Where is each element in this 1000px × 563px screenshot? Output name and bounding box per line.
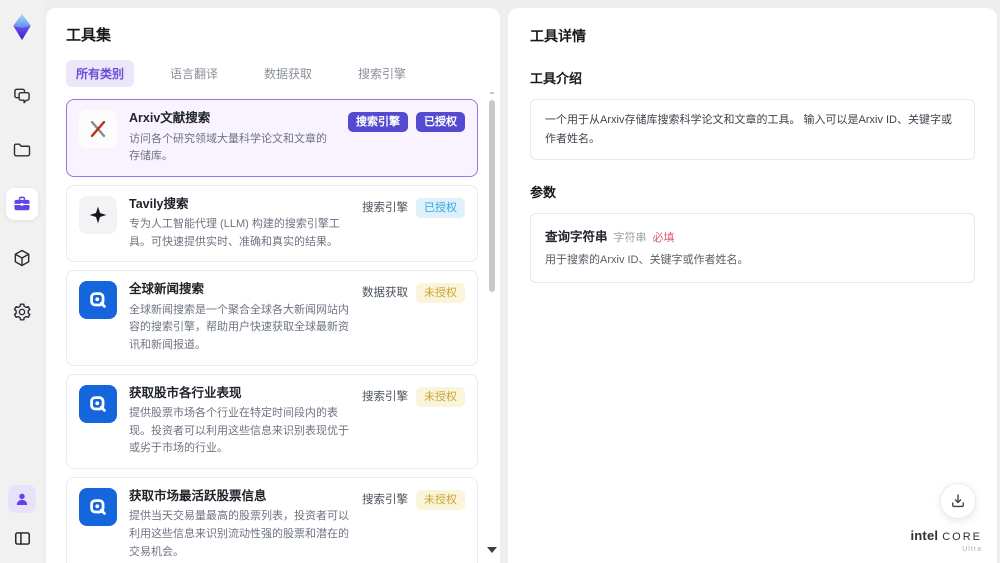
category-tab-label: 语言翻译 (170, 67, 219, 81)
tool-meta: 搜索引擎 未授权 (362, 385, 465, 458)
tool-auth-badge: 未授权 (416, 283, 465, 304)
download-icon (952, 494, 964, 508)
tool-meta: 数据获取 未授权 (362, 281, 465, 354)
tool-auth-badge: 未授权 (416, 386, 465, 407)
detail-title: 工具详情 (530, 28, 586, 44)
tool-meta: 搜索引擎 已授权 (348, 110, 465, 166)
page-title: 工具集 (66, 27, 112, 44)
category-tab[interactable]: 所有类别 (66, 60, 135, 87)
tool-description: 提供当天交易量最高的股票列表，投资者可以利用这些信息来识别流动性强的股票和潜在的… (129, 510, 349, 558)
tool-description: 提供股票市场各个行业在特定时间段内的表现。投资者可以利用这些信息来识别表现优于或… (129, 407, 349, 455)
user-avatar[interactable] (8, 485, 36, 513)
arxiv-logo-icon (79, 110, 117, 148)
tool-card[interactable]: Tavily搜索 专为人工智能代理 (LLM) 构建的搜索引擎工具。可快速提供实… (66, 184, 478, 263)
intro-heading: 工具介绍 (530, 71, 583, 86)
tool-list-panel: 工具集 所有类别 语言翻译 数据获取 搜索引擎 Arxiv文献搜索 访问各个研究领域大… (46, 8, 500, 563)
tool-description: 全球新闻搜索是一个聚合全球各大新闻网站内容的搜索引擎，帮助用户快速获取全球最新资… (129, 303, 349, 352)
nav-toolbox-icon[interactable] (6, 188, 38, 220)
tool-name: Arxiv文献搜索 (129, 111, 211, 125)
tool-meta: 搜索引擎 已授权 (362, 196, 465, 252)
category-tab-label: 所有类别 (76, 67, 125, 81)
tool-list: Arxiv文献搜索 访问各个研究领域大量科学论文和文章的存储库。 搜索引擎 已授… (66, 99, 478, 563)
parameter-required-flag: 必填 (652, 232, 675, 245)
tool-card[interactable]: 获取市场最活跃股票信息 提供当天交易量最高的股票列表，投资者可以利用这些信息来识… (66, 476, 478, 563)
params-box: 查询字符串 字符串 必填 用于搜索的Arxiv ID、关键字或作者姓名。 (530, 213, 975, 283)
collapse-panel-icon[interactable] (9, 525, 35, 551)
tool-meta: 搜索引擎 未授权 (362, 488, 465, 561)
rail-footer (8, 485, 36, 551)
category-tab[interactable]: 搜索引擎 (348, 60, 416, 87)
scrollbar-thumb[interactable] (489, 100, 495, 292)
tool-name: Tavily搜索 (129, 196, 189, 211)
stock-search-logo-icon (79, 384, 117, 423)
category-tab[interactable]: 数据获取 (254, 60, 322, 87)
params-heading: 参数 (530, 185, 557, 201)
category-tab[interactable]: 语言翻译 (160, 60, 228, 87)
parameter-description: 用于搜索的Arxiv ID、关键字或作者姓名。 (545, 254, 749, 267)
tool-category-badge: 搜索引擎 (362, 390, 408, 403)
core-wordmark: CORE (942, 531, 982, 543)
tool-card-body: Arxiv文献搜索 访问各个研究领域大量科学论文和文章的存储库。 (129, 110, 336, 166)
category-tabs: 所有类别 语言翻译 数据获取 搜索引擎 (66, 60, 500, 87)
tool-category-badge: 搜索引擎 (362, 493, 408, 506)
nav-chat-icon[interactable] (6, 80, 38, 112)
category-tab-label: 数据获取 (264, 67, 313, 81)
intro-box: 一个用于从Arxiv存储库搜索科学论文和文章的工具。 输入可以是Arxiv ID… (530, 99, 975, 161)
tavily-logo-icon (79, 195, 117, 234)
tool-card-body: 获取股市各行业表现 提供股票市场各个行业在特定时间段内的表现。投资者可以利用这些… (129, 385, 350, 458)
tool-description: 访问各个研究领域大量科学论文和文章的存储库。 (129, 132, 327, 163)
tool-name: 获取股市各行业表现 (129, 385, 242, 400)
rail-nav (6, 80, 38, 328)
nav-settings-gear-icon[interactable] (6, 296, 38, 328)
tool-category-badge: 搜索引擎 (348, 112, 408, 132)
tool-card[interactable]: 获取股市各行业表现 提供股票市场各个行业在特定时间段内的表现。投资者可以利用这些… (66, 373, 478, 469)
nav-cube-icon[interactable] (6, 242, 38, 274)
scrollbar[interactable] (487, 92, 497, 557)
tool-card-body: Tavily搜索 专为人工智能代理 (LLM) 构建的搜索引擎工具。可快速提供实… (129, 196, 350, 252)
tool-name: 全球新闻搜索 (129, 282, 205, 297)
parameter-name: 查询字符串 (545, 230, 608, 245)
news-search-logo-icon (79, 281, 117, 320)
intel-wordmark: intel (910, 528, 939, 543)
tool-card[interactable]: Arxiv文献搜索 访问各个研究领域大量科学论文和文章的存储库。 搜索引擎 已授… (66, 99, 478, 177)
icon-rail (0, 0, 44, 563)
parameter-type: 字符串 (613, 232, 647, 245)
tool-card[interactable]: 全球新闻搜索 全球新闻搜索是一个聚合全球各大新闻网站内容的搜索引擎，帮助用户快速… (66, 270, 478, 366)
stock-search-logo-icon (79, 487, 117, 526)
category-tab-label: 搜索引擎 (358, 67, 407, 81)
intel-core-logo: intel CORE Ultra (910, 529, 982, 553)
tool-card-body: 全球新闻搜索 全球新闻搜索是一个聚合全球各大新闻网站内容的搜索引擎，帮助用户快速… (129, 281, 350, 354)
tool-auth-badge: 未授权 (416, 489, 465, 510)
parameter-item: 查询字符串 字符串 必填 用于搜索的Arxiv ID、关键字或作者姓名。 (545, 226, 960, 270)
app-root: 工具集 所有类别 语言翻译 数据获取 搜索引擎 Arxiv文献搜索 访问各个研究领域大… (0, 0, 1000, 563)
tool-name: 获取市场最活跃股票信息 (129, 488, 267, 503)
tool-category-badge: 搜索引擎 (362, 201, 408, 214)
scrollbar-down-arrow-icon[interactable] (487, 547, 497, 553)
tool-auth-badge: 已授权 (416, 112, 465, 132)
scrollbar-top-dash (490, 92, 494, 94)
download-button[interactable] (940, 483, 976, 519)
tool-category-badge: 数据获取 (362, 287, 408, 300)
tool-detail-panel: 工具详情 工具介绍 一个用于从Arxiv存储库搜索科学论文和文章的工具。 输入可… (508, 8, 997, 563)
app-logo-icon (7, 12, 37, 42)
tool-auth-badge: 已授权 (416, 197, 465, 218)
nav-folder-icon[interactable] (6, 134, 38, 166)
tool-card-body: 获取市场最活跃股票信息 提供当天交易量最高的股票列表，投资者可以利用这些信息来识… (129, 488, 350, 561)
tool-description: 专为人工智能代理 (LLM) 构建的搜索引擎工具。可快速提供实时、准确和真实的结… (129, 218, 340, 248)
ultra-wordmark: Ultra (962, 546, 982, 553)
